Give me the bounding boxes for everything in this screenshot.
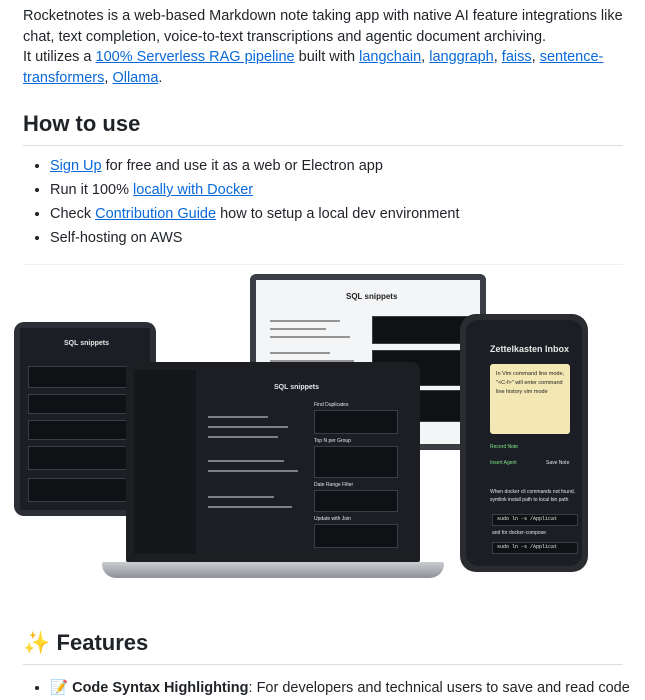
code-line: sudo ln -s /Applicat	[497, 544, 558, 550]
tablet-title: SQL snippets	[64, 340, 109, 347]
code-block: sudo ln -s /Applicat	[492, 514, 578, 526]
code-block: sudo ln -s /Applicat	[492, 542, 578, 554]
code-block	[314, 410, 398, 434]
text-line	[208, 470, 298, 472]
code-heading: Date Range Filter	[314, 482, 354, 488]
record-note-button[interactable]: Record Note	[490, 444, 518, 450]
devices-screenshot: SQL snippets SQL snippets SQL snippets F…	[10, 272, 605, 604]
list-item-text: for free and use it as a web or Electron…	[101, 158, 383, 174]
save-note-button[interactable]: Save Note	[546, 460, 569, 466]
intro-utilizes: It utilizes a	[23, 49, 96, 65]
features-heading: ✨ Features	[23, 630, 623, 665]
phone-note-card: In Vim command line mode, "<C-f>" will e…	[490, 364, 570, 434]
text-line	[270, 320, 340, 322]
text-line	[208, 460, 284, 462]
list-item-text: how to setup a local dev environment	[216, 206, 460, 222]
code-block	[314, 446, 398, 478]
code-block	[314, 524, 398, 548]
text-line	[208, 506, 292, 508]
code-block	[28, 446, 140, 470]
intro-built-with: built with	[294, 49, 360, 65]
features-heading-text: Features	[56, 630, 149, 655]
list-item: Run it 100% locally with Docker	[50, 178, 459, 202]
features-list: 📝 Code Syntax Highlighting: For develope…	[23, 676, 645, 700]
laptop-title: SQL snippets	[274, 384, 319, 391]
langgraph-link[interactable]: langgraph	[429, 49, 494, 65]
phone-body-text: When docker cli commands not found, syml…	[490, 489, 576, 503]
divider	[23, 264, 623, 265]
langchain-link[interactable]: langchain	[359, 49, 421, 65]
text-line	[208, 436, 278, 438]
text-line	[270, 328, 326, 330]
laptop-screen: SQL snippets Find Duplicates Top N per G…	[134, 370, 412, 554]
code-block	[372, 316, 474, 344]
memo-icon: 📝	[50, 680, 69, 696]
feature-title: Code Syntax Highlighting	[72, 680, 249, 696]
code-heading: Top N per Group	[314, 438, 351, 444]
code-block	[28, 394, 140, 414]
laptop-device: SQL snippets Find Duplicates Top N per G…	[126, 362, 420, 562]
phone-title: Zettelkasten Inbox	[490, 344, 570, 354]
readme-content: Rocketnotes is a web-based Markdown note…	[23, 0, 630, 696]
code-heading: Find Duplicates	[314, 402, 349, 408]
intro-text: Rocketnotes is a web-based Markdown note…	[23, 8, 623, 45]
code-block	[28, 478, 140, 502]
intro-paragraph: Rocketnotes is a web-based Markdown note…	[23, 8, 623, 86]
text-line	[208, 496, 274, 498]
code-line: sudo ln -s /Applicat	[497, 516, 558, 522]
sign-up-link[interactable]: Sign Up	[50, 158, 102, 174]
code-heading: Update with Join	[314, 516, 351, 522]
ollama-link[interactable]: Ollama	[112, 70, 158, 86]
code-block	[314, 490, 398, 512]
text-line	[208, 426, 288, 428]
laptop-base	[102, 562, 444, 578]
list-item-text: Check	[50, 206, 96, 222]
sparkles-icon: ✨	[23, 631, 51, 656]
laptop-sidebar	[134, 370, 196, 554]
phone-note-text: In Vim command line mode, "<C-f>" will e…	[496, 371, 565, 395]
text-line	[208, 416, 268, 418]
insert-agent-button[interactable]: Insert Agent	[490, 460, 517, 466]
text-line	[270, 336, 350, 338]
list-item-text: Run it 100%	[50, 182, 134, 198]
phone-screen: Zettelkasten Inbox In Vim command line m…	[466, 320, 582, 566]
list-item: Check Contribution Guide how to setup a …	[50, 202, 459, 226]
code-block	[28, 366, 130, 388]
phone-device: Zettelkasten Inbox In Vim command line m…	[460, 314, 588, 572]
list-item: 📝 Code Syntax Highlighting: For develope…	[50, 676, 645, 700]
feature-description: : For developers and technical users to …	[248, 680, 630, 696]
text-line	[270, 352, 330, 354]
list-item-text: Self-hosting on AWS	[50, 230, 183, 246]
list-item: Self-hosting on AWS	[50, 226, 459, 250]
contribution-guide-link[interactable]: Contribution Guide	[95, 206, 216, 222]
docker-link[interactable]: locally with Docker	[133, 182, 253, 198]
code-block	[28, 420, 140, 440]
how-to-use-list: Sign Up for free and use it as a web or …	[23, 154, 459, 250]
monitor-title: SQL snippets	[346, 292, 398, 301]
list-item: Sign Up for free and use it as a web or …	[50, 154, 459, 178]
faiss-link[interactable]: faiss	[502, 49, 532, 65]
phone-cmd-label: and for docker-compose	[492, 530, 546, 536]
how-to-use-heading: How to use	[23, 111, 623, 146]
rag-pipeline-link[interactable]: 100% Serverless RAG pipeline	[96, 49, 295, 65]
